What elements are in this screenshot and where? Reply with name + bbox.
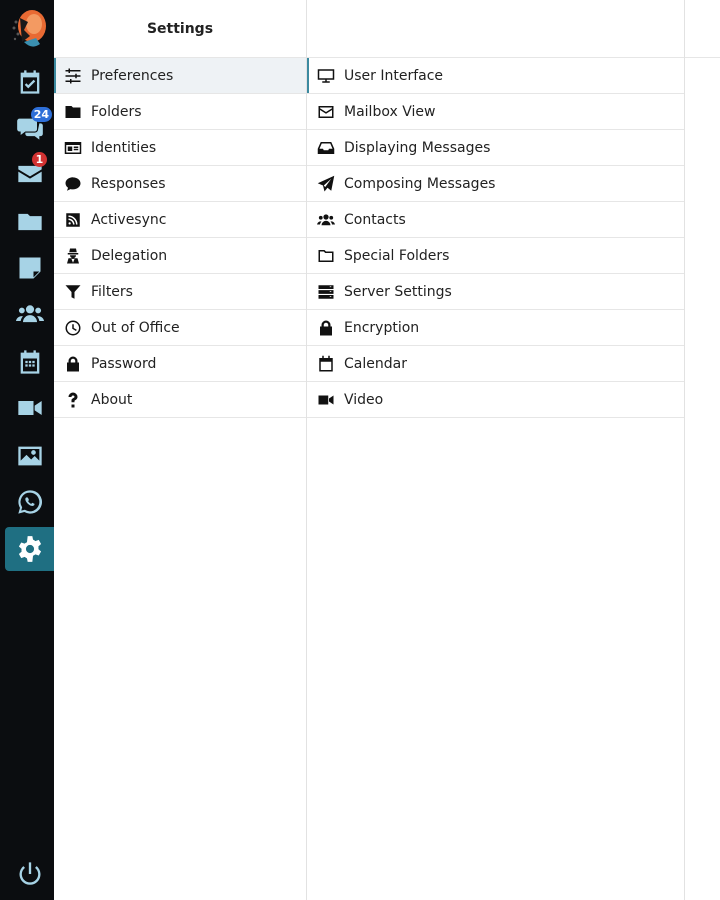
folder-icon: [17, 213, 42, 231]
pref-label: User Interface: [344, 67, 444, 84]
sliders-icon: [63, 67, 83, 85]
pref-label: Encryption: [344, 319, 420, 336]
section-out-of-office[interactable]: Out of Office: [54, 310, 306, 346]
gallery-nav[interactable]: [5, 434, 54, 478]
paper-plane-icon: [316, 175, 336, 193]
image-icon: [17, 446, 42, 466]
pref-server-settings[interactable]: Server Settings: [307, 274, 684, 310]
calendar-nav[interactable]: [5, 340, 54, 384]
video-nav[interactable]: [5, 386, 54, 430]
section-label: Activesync: [91, 211, 167, 228]
content-pane: [685, 0, 720, 900]
power-icon: [19, 862, 40, 885]
pref-displaying-messages[interactable]: Displaying Messages: [307, 130, 684, 166]
pref-label: Mailbox View: [344, 103, 436, 120]
clock-icon: [63, 319, 83, 337]
pref-calendar[interactable]: Calendar: [307, 346, 684, 382]
notes-nav[interactable]: [5, 246, 54, 290]
pref-label: Composing Messages: [344, 175, 496, 192]
section-label: Delegation: [91, 247, 168, 264]
gear-icon: [18, 536, 41, 562]
pref-label: Special Folders: [344, 247, 450, 264]
sticky-note-icon: [19, 257, 40, 279]
section-label: Responses: [91, 175, 166, 192]
section-responses[interactable]: Responses: [54, 166, 306, 202]
pref-label: Calendar: [344, 355, 407, 372]
section-label: Preferences: [91, 67, 174, 84]
question-icon: [63, 391, 83, 409]
section-activesync[interactable]: Activesync: [54, 202, 306, 238]
section-label: About: [91, 391, 133, 408]
calendar-icon: [20, 350, 39, 374]
section-delegation[interactable]: Delegation: [54, 238, 306, 274]
section-password[interactable]: Password: [54, 346, 306, 382]
pref-contacts[interactable]: Contacts: [307, 202, 684, 238]
pref-mailbox-view[interactable]: Mailbox View: [307, 94, 684, 130]
pref-video[interactable]: Video: [307, 382, 684, 418]
tasks-nav[interactable]: [5, 60, 54, 104]
preferences-pane: User Interface Mailbox View Displaying M…: [307, 0, 685, 900]
pref-label: Video: [344, 391, 384, 408]
section-filters[interactable]: Filters: [54, 274, 306, 310]
section-label: Out of Office: [91, 319, 180, 336]
rss-icon: [63, 211, 83, 229]
content-header: [685, 0, 720, 58]
files-nav[interactable]: [5, 200, 54, 244]
users-icon: [316, 211, 336, 229]
section-preferences[interactable]: Preferences: [54, 58, 306, 94]
pref-composing-messages[interactable]: Composing Messages: [307, 166, 684, 202]
comment-icon: [63, 175, 83, 193]
section-about[interactable]: About: [54, 382, 306, 418]
section-folders[interactable]: Folders: [54, 94, 306, 130]
user-secret-icon: [63, 247, 83, 265]
logout-nav[interactable]: [5, 852, 54, 896]
section-label: Password: [91, 355, 157, 372]
mail-unread-badge: 1: [32, 152, 47, 167]
section-label: Identities: [91, 139, 157, 156]
chat-nav[interactable]: 24: [5, 106, 54, 150]
page-title: Settings: [54, 0, 306, 58]
folder-icon: [63, 103, 83, 121]
pref-encryption[interactable]: Encryption: [307, 310, 684, 346]
settings-sections-pane: Settings Preferences Folders Identities …: [54, 0, 307, 900]
pref-special-folders[interactable]: Special Folders: [307, 238, 684, 274]
server-icon: [316, 283, 336, 301]
chat-unread-badge: 24: [30, 107, 52, 122]
calendar-icon: [316, 355, 336, 373]
video-icon: [316, 391, 336, 409]
pref-user-interface[interactable]: User Interface: [307, 58, 684, 94]
mail-nav[interactable]: 1: [5, 152, 54, 196]
section-label: Filters: [91, 283, 133, 300]
lock-icon: [316, 319, 336, 337]
pref-label: Displaying Messages: [344, 139, 491, 156]
pref-label: Contacts: [344, 211, 406, 228]
preferences-header: [307, 0, 684, 58]
app-logo[interactable]: [10, 8, 48, 50]
contacts-nav[interactable]: [5, 292, 54, 336]
pref-label: Server Settings: [344, 283, 452, 300]
section-label: Folders: [91, 103, 142, 120]
whatsapp-nav[interactable]: [5, 480, 54, 524]
whatsapp-icon: [17, 490, 42, 514]
filter-icon: [63, 283, 83, 301]
users-icon: [15, 305, 44, 323]
desktop-icon: [316, 67, 336, 85]
video-icon: [17, 401, 42, 415]
lock-icon: [63, 355, 83, 373]
settings-nav[interactable]: [5, 527, 54, 571]
id-card-icon: [63, 139, 83, 157]
calendar-check-icon: [20, 70, 39, 94]
app-sidebar: 24 1: [0, 0, 54, 900]
section-identities[interactable]: Identities: [54, 130, 306, 166]
envelope-icon: [316, 103, 336, 121]
inbox-icon: [316, 139, 336, 157]
folder-open-icon: [316, 247, 336, 265]
